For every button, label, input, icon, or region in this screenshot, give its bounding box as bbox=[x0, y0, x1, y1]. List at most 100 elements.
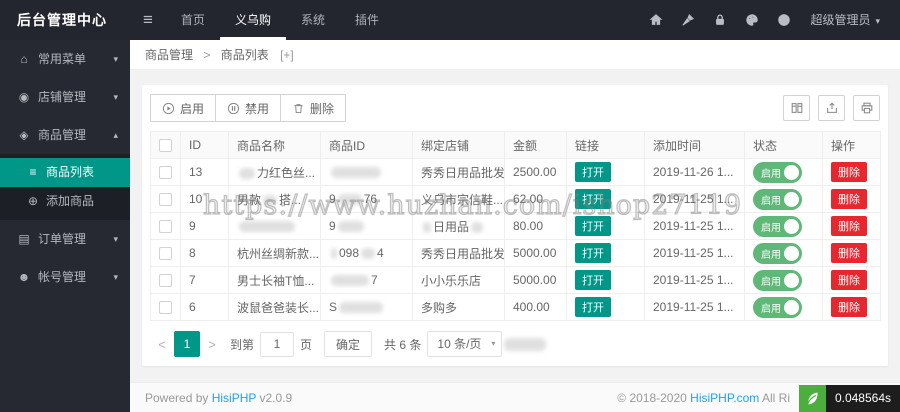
play-circle-icon bbox=[162, 102, 175, 114]
delete-button[interactable]: 删除 bbox=[831, 189, 867, 209]
row-checkbox[interactable] bbox=[159, 247, 172, 261]
user-menu[interactable]: 超级管理员 ▾ bbox=[800, 0, 890, 41]
column-header: 绑定店铺 bbox=[412, 131, 505, 159]
status-toggle[interactable]: 启用 bbox=[753, 161, 802, 183]
filter-columns-icon[interactable] bbox=[783, 95, 810, 121]
table-row: 6 波鼠爸爸装长... S 多购多 400.00 打开 2019-11-25 1… bbox=[150, 293, 881, 321]
jump-confirm-button[interactable]: 确定 bbox=[324, 331, 373, 357]
total-count: 共 6 条 bbox=[384, 337, 422, 352]
table-card: 启用 禁用 删除 ID 商品名称 商品ID 绑定店铺 金额 链接 添加时间 状态… bbox=[142, 85, 888, 366]
cell-product-id: 7 bbox=[320, 266, 413, 294]
status-toggle[interactable]: 启用 bbox=[753, 188, 802, 210]
status-toggle[interactable]: 启用 bbox=[753, 269, 802, 291]
cell-amount: 62.00 bbox=[504, 185, 567, 213]
open-link-button[interactable]: 打开 bbox=[575, 162, 611, 182]
breadcrumb-parent[interactable]: 商品管理 bbox=[145, 48, 193, 62]
cell-id: 13 bbox=[180, 158, 229, 186]
theme-icon[interactable] bbox=[736, 0, 768, 40]
sidebar-item-label: 商品管理 bbox=[38, 128, 87, 142]
breadcrumb-pin[interactable]: [+] bbox=[280, 48, 294, 62]
cell-id: 9 bbox=[180, 212, 229, 240]
redaction-smudge bbox=[331, 167, 381, 179]
top-nav-item[interactable]: 系统 bbox=[286, 0, 340, 40]
table-toolbar: 启用 禁用 删除 bbox=[150, 94, 880, 122]
language-icon[interactable] bbox=[768, 0, 800, 40]
sidebar-item[interactable]: ▤ 订单管理 ▾ bbox=[0, 220, 130, 258]
row-checkbox[interactable] bbox=[159, 274, 172, 288]
home-icon[interactable] bbox=[640, 0, 672, 40]
redaction-smudge bbox=[337, 194, 362, 206]
cell-product-name: 男款 搭... bbox=[228, 185, 321, 213]
cell-product-id: 098 4 bbox=[320, 239, 413, 267]
redaction-smudge bbox=[331, 275, 369, 287]
delete-button[interactable]: 删除 bbox=[831, 297, 867, 317]
hisiphp-site-link[interactable]: HisiPHP.com bbox=[690, 391, 759, 405]
select-all-checkbox[interactable] bbox=[159, 139, 172, 153]
open-link-button[interactable]: 打开 bbox=[575, 189, 611, 209]
delete-button[interactable]: 删除 bbox=[831, 243, 867, 263]
status-toggle[interactable]: 启用 bbox=[753, 296, 802, 318]
prev-page-button[interactable]: < bbox=[150, 331, 174, 357]
row-checkbox[interactable] bbox=[159, 166, 172, 180]
top-nav-item[interactable]: 义乌购 bbox=[219, 0, 286, 40]
cell-shop: 秀秀日用品批发 bbox=[412, 239, 505, 267]
admin-page: 后台管理中心 ≡ 首页 义乌购 系统 插件 超级管理员 ▾ ⌂ 常用菜单 ▾ ◉… bbox=[0, 0, 900, 412]
cell-shop: 日用品 bbox=[412, 212, 505, 240]
collapse-menu-icon[interactable]: ≡ bbox=[130, 0, 166, 40]
toggle-knob bbox=[784, 299, 799, 315]
hisiphp-link[interactable]: HisiPHP bbox=[212, 391, 256, 405]
cell-product-name: 力红色丝... bbox=[228, 158, 321, 186]
print-icon[interactable] bbox=[853, 95, 880, 121]
sidebar-item[interactable]: ⌂ 常用菜单 ▾ bbox=[0, 40, 130, 78]
app-logo: 后台管理中心 bbox=[17, 12, 107, 28]
disable-button[interactable]: 禁用 bbox=[215, 95, 281, 121]
sidebar-item-icon: ▤ bbox=[18, 232, 30, 246]
row-checkbox[interactable] bbox=[159, 220, 172, 234]
column-header: ID bbox=[180, 131, 229, 159]
page-number-1[interactable]: 1 bbox=[174, 331, 200, 357]
sidebar-item[interactable]: ◈ 商品管理 ▴ bbox=[0, 116, 130, 154]
status-toggle[interactable]: 启用 bbox=[753, 215, 802, 237]
redaction-smudge bbox=[239, 167, 255, 179]
row-checkbox[interactable] bbox=[159, 193, 172, 207]
sidebar-subitem[interactable]: ⊕ 添加商品 bbox=[0, 187, 130, 216]
top-nav-item[interactable]: 首页 bbox=[166, 0, 220, 40]
cell-product-id: 9 bbox=[320, 212, 413, 240]
cell-add-time: 2019-11-25 1... bbox=[644, 239, 745, 267]
pagination: < 1 > 到第 页 确定 共 6 条 10 条/页 ▾ bbox=[150, 331, 880, 357]
column-header: 操作 bbox=[822, 131, 881, 159]
lock-icon[interactable] bbox=[704, 0, 736, 40]
sidebar-item-label: 订单管理 bbox=[38, 232, 87, 246]
row-checkbox[interactable] bbox=[159, 301, 172, 315]
open-link-button[interactable]: 打开 bbox=[575, 216, 611, 236]
open-link-button[interactable]: 打开 bbox=[575, 297, 611, 317]
sidebar-subitem[interactable]: ≡ 商品列表 bbox=[0, 158, 130, 187]
status-toggle[interactable]: 启用 bbox=[753, 242, 802, 264]
redaction-smudge bbox=[423, 221, 431, 233]
sidebar-item[interactable]: ☻ 帐号管理 ▾ bbox=[0, 258, 130, 296]
per-page-select[interactable]: 10 条/页 ▾ bbox=[427, 331, 503, 357]
delete-button[interactable]: 删除 bbox=[831, 162, 867, 182]
delete-batch-button[interactable]: 删除 bbox=[280, 95, 346, 121]
next-page-button[interactable]: > bbox=[200, 331, 224, 357]
top-nav-item[interactable]: 插件 bbox=[340, 0, 394, 40]
main-content: 商品管理 > 商品列表 [+] 启用 禁用 删除 ID 商品名称 商品ID 绑定… bbox=[130, 40, 900, 382]
debug-trace-badge[interactable]: 0.048564s bbox=[798, 385, 900, 412]
toggle-knob bbox=[784, 245, 799, 261]
user-name: 超级管理员 bbox=[810, 12, 871, 27]
open-link-button[interactable]: 打开 bbox=[575, 243, 611, 263]
breadcrumb-current[interactable]: 商品列表 bbox=[221, 48, 269, 62]
cell-add-time: 2019-11-26 1... bbox=[644, 158, 745, 186]
delete-button[interactable]: 删除 bbox=[831, 270, 867, 290]
table-header-row: ID 商品名称 商品ID 绑定店铺 金额 链接 添加时间 状态 操作 bbox=[150, 131, 881, 159]
export-icon[interactable] bbox=[818, 95, 845, 121]
jump-page-input[interactable] bbox=[260, 331, 295, 357]
sidebar-item[interactable]: ◉ 店铺管理 ▾ bbox=[0, 78, 130, 116]
open-link-button[interactable]: 打开 bbox=[575, 270, 611, 290]
clear-cache-icon[interactable] bbox=[672, 0, 704, 40]
thinkphp-leaf-icon bbox=[798, 385, 826, 412]
cell-amount: 5000.00 bbox=[504, 266, 567, 294]
delete-button[interactable]: 删除 bbox=[831, 216, 867, 236]
enable-button[interactable]: 启用 bbox=[151, 95, 216, 121]
redaction-smudge bbox=[471, 221, 484, 233]
